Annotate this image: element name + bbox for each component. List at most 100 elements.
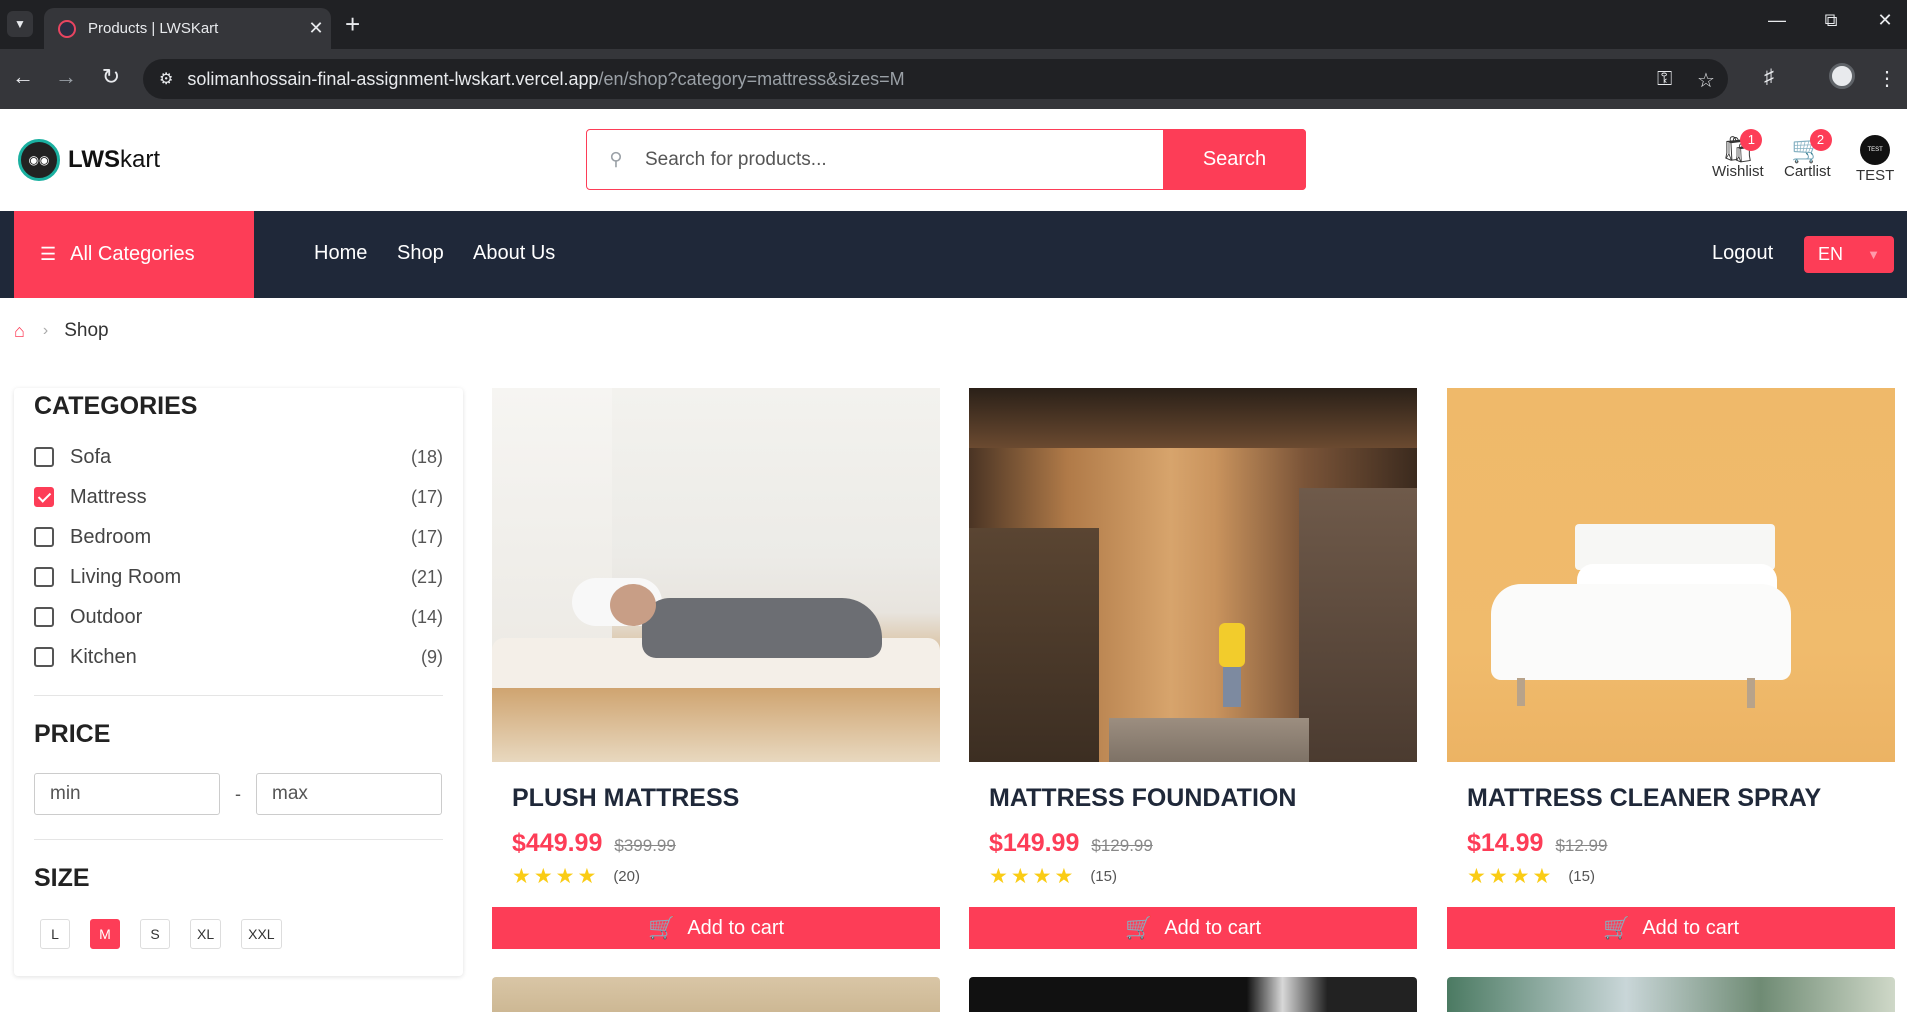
product-title[interactable]: PLUSH MATTRESS: [512, 784, 920, 813]
add-to-cart-button[interactable]: 🛒 Add to cart: [969, 907, 1417, 949]
cart-icon: 🛒: [647, 915, 676, 940]
password-key-icon[interactable]: ⚿: [1657, 68, 1672, 91]
product-info: MATTRESS CLEANER SPRAY $14.99 $12.99 ★ ★…: [1447, 762, 1895, 907]
reload-icon[interactable]: ↻: [96, 64, 126, 90]
add-to-cart-label: Add to cart: [1164, 916, 1262, 939]
browser-menu-icon[interactable]: ⋮: [1877, 66, 1897, 91]
size-option-xxl[interactable]: XXL: [241, 919, 282, 949]
wishlist-link[interactable]: 🛍 1 Wishlist: [1712, 129, 1764, 180]
category-label: Outdoor: [70, 605, 143, 628]
address-url: solimanhossain-final-assignment-lwskart.…: [187, 68, 905, 89]
product-title[interactable]: MATTRESS FOUNDATION: [989, 784, 1397, 813]
product-image[interactable]: [492, 977, 940, 1012]
category-checkbox[interactable]: [34, 607, 54, 627]
category-item-kitchen[interactable]: Kitchen (9): [34, 637, 443, 677]
logout-link[interactable]: Logout: [1712, 242, 1773, 265]
star-icon: ★: [1010, 865, 1030, 888]
price-separator: -: [235, 783, 241, 804]
category-checkbox[interactable]: [34, 447, 54, 467]
add-to-cart-button[interactable]: 🛒 Add to cart: [492, 907, 940, 949]
product-prices: $14.99 $12.99: [1467, 829, 1875, 858]
price-min-input[interactable]: [34, 773, 220, 815]
bookmark-star-icon[interactable]: ☆: [1697, 68, 1715, 93]
browser-tab-strip: ▼ Products | LWSKart ✕ + — ⧉ ✕: [0, 0, 1907, 49]
category-checkbox[interactable]: [34, 647, 54, 667]
nav-link-home[interactable]: Home: [314, 242, 367, 265]
product-image[interactable]: [969, 388, 1417, 762]
product-image[interactable]: [1447, 388, 1895, 762]
category-count: (18): [410, 446, 443, 467]
tab-search-dropdown-icon[interactable]: ▼: [7, 11, 33, 37]
category-checkbox[interactable]: [34, 487, 54, 507]
home-icon[interactable]: ⌂: [14, 321, 25, 342]
category-count: (21): [410, 566, 443, 587]
nav-link-shop[interactable]: Shop: [397, 242, 444, 265]
breadcrumb-current: Shop: [64, 320, 109, 341]
product-review-count: (20): [613, 868, 640, 885]
product-old-price: $399.99: [614, 836, 676, 855]
category-count: (17): [410, 526, 443, 547]
nav-link-about-us[interactable]: About Us: [473, 242, 555, 265]
product-info: PLUSH MATTRESS $449.99 $399.99 ★ ★ ★ ★ (…: [492, 762, 940, 907]
restore-window-icon[interactable]: ⧉: [1816, 10, 1846, 31]
cartlist-link[interactable]: 🛒 2 Cartlist: [1784, 129, 1832, 180]
minimize-window-icon[interactable]: —: [1762, 10, 1792, 31]
product-price: $149.99: [989, 829, 1080, 857]
product-image[interactable]: [492, 388, 940, 762]
star-icon: ★: [1032, 865, 1052, 888]
browser-tab-active[interactable]: Products | LWSKart ✕: [44, 8, 331, 49]
add-to-cart-button[interactable]: 🛒 Add to cart: [1447, 907, 1895, 949]
product-review-count: (15): [1568, 868, 1595, 885]
site-header: ◉◉ LWSkart ⚲ Search 🛍 1 Wishlist 🛒 2 Car…: [0, 109, 1907, 211]
product-card: PLUSH MATTRESS $449.99 $399.99 ★ ★ ★ ★ (…: [492, 388, 940, 949]
search-input[interactable]: [645, 130, 1163, 189]
site-info-icon[interactable]: ⚙: [159, 69, 173, 89]
product-card: MATTRESS FOUNDATION $149.99 $129.99 ★ ★ …: [969, 388, 1417, 949]
address-bar[interactable]: ⚙ solimanhossain-final-assignment-lwskar…: [143, 59, 1728, 99]
search-button[interactable]: Search: [1163, 129, 1306, 190]
category-checkbox[interactable]: [34, 527, 54, 547]
language-select[interactable]: EN ▼: [1804, 236, 1894, 273]
product-image[interactable]: [1447, 977, 1895, 1012]
site-favicon-icon: [58, 19, 76, 38]
extensions-icon[interactable]: ♯: [1764, 66, 1774, 89]
search-bar: ⚲ Search: [586, 129, 1306, 190]
back-arrow-icon[interactable]: ←: [8, 64, 38, 90]
category-label: Bedroom: [70, 525, 152, 548]
size-option-l[interactable]: L: [40, 919, 70, 949]
site-logo[interactable]: ◉◉ LWSkart: [18, 139, 160, 181]
category-checkbox[interactable]: [34, 567, 54, 587]
size-option-m[interactable]: M: [90, 919, 120, 949]
category-count: (14): [410, 606, 443, 627]
product-price: $449.99: [512, 829, 603, 857]
wishlist-label: Wishlist: [1712, 163, 1764, 180]
product-review-count: (15): [1090, 868, 1117, 885]
size-option-xl[interactable]: XL: [190, 919, 222, 949]
product-title[interactable]: MATTRESS CLEANER SPRAY: [1467, 784, 1875, 813]
star-icon: ★: [555, 865, 575, 888]
product-old-price: $12.99: [1555, 836, 1608, 855]
profile-avatar-icon[interactable]: [1829, 63, 1855, 89]
price-range: -: [34, 773, 443, 815]
all-categories-button[interactable]: ☰ All Categories: [14, 211, 254, 298]
user-label: TEST: [1856, 167, 1895, 184]
product-image[interactable]: [969, 977, 1417, 1012]
price-max-input[interactable]: [256, 773, 442, 815]
category-item-mattress[interactable]: Mattress (17): [34, 477, 443, 517]
category-item-living-room[interactable]: Living Room (21): [34, 557, 443, 597]
category-item-bedroom[interactable]: Bedroom (17): [34, 517, 443, 557]
category-item-outdoor[interactable]: Outdoor (14): [34, 597, 443, 637]
category-item-sofa[interactable]: Sofa (18): [34, 437, 443, 477]
size-option-s[interactable]: S: [140, 919, 170, 949]
product-card: MATTRESS CLEANER SPRAY $14.99 $12.99 ★ ★…: [1447, 388, 1895, 949]
close-tab-icon[interactable]: ✕: [301, 18, 331, 39]
user-account-link[interactable]: TEST TEST: [1856, 135, 1894, 184]
search-icon: ⚲: [609, 149, 623, 169]
user-avatar: TEST: [1860, 135, 1891, 165]
forward-arrow-icon[interactable]: →: [51, 64, 81, 90]
close-window-icon[interactable]: ✕: [1870, 10, 1900, 31]
logo-text: LWSkart: [68, 146, 161, 173]
new-tab-icon[interactable]: +: [345, 10, 360, 38]
category-count: (17): [410, 486, 443, 507]
add-to-cart-label: Add to cart: [1642, 916, 1740, 939]
